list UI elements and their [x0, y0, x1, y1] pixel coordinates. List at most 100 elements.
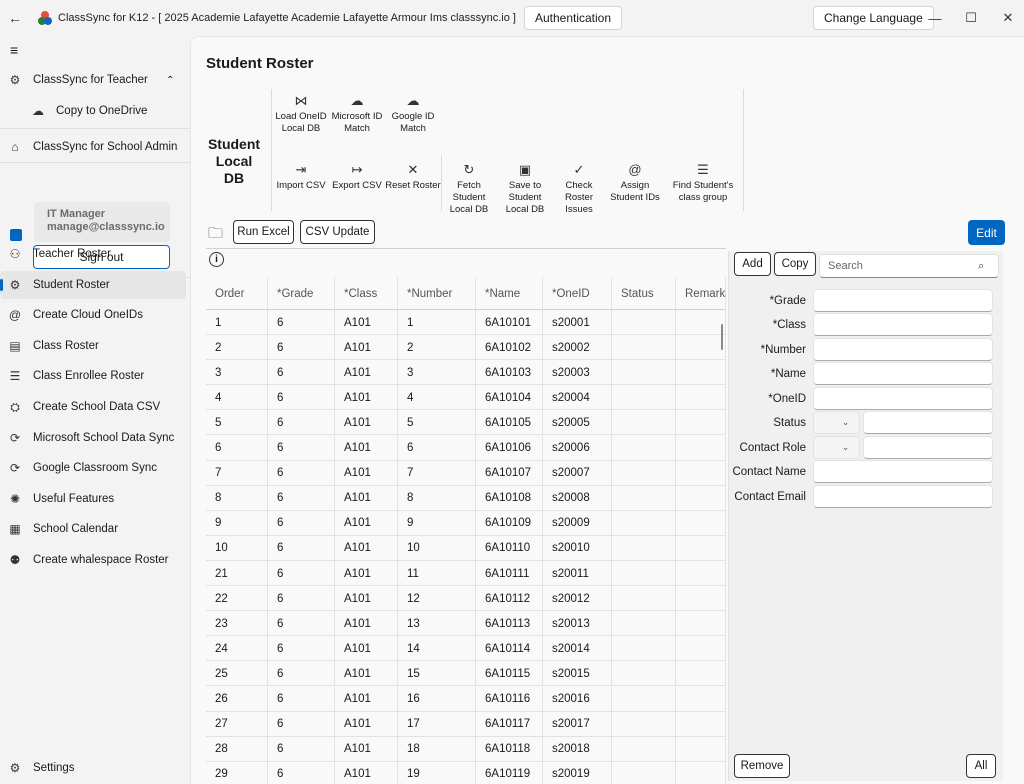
minimize-icon[interactable]: —	[917, 0, 953, 36]
table-row[interactable]: 29 6 A101 19 6A10119 s20019	[206, 761, 726, 784]
sidebar-item-create-school-data-csv[interactable]: ⛭ Create School Data CSV	[0, 393, 186, 421]
table-cell	[612, 460, 676, 486]
column-header[interactable]: *Number	[398, 277, 476, 310]
change-language-button[interactable]: Change Language	[813, 6, 934, 30]
column-header[interactable]: Remarks	[676, 277, 726, 310]
status-dropdown[interactable]: ⌄	[813, 411, 860, 434]
table-cell: A101	[335, 761, 398, 784]
gear-person-icon: ⚙	[9, 73, 21, 87]
find-class-group-button[interactable]: ☰ Find Student's class group	[665, 162, 741, 204]
table-scrollbar[interactable]	[721, 324, 723, 350]
sidebar-item-create-whalespace-roster[interactable]: ⚉ Create whalespace Roster	[0, 546, 186, 574]
sidebar-item-student-roster[interactable]: ⚙ Student Roster	[0, 270, 186, 299]
sidebar-item-teacher-section[interactable]: ⚙ ClassSync for Teacher ⌃	[0, 66, 186, 94]
table-row[interactable]: 25 6 A101 15 6A10115 s20015	[206, 661, 726, 687]
copy-button[interactable]: Copy	[774, 252, 816, 276]
import-arrow-icon: ⇥	[295, 162, 307, 177]
maximize-icon[interactable]: ☐	[953, 0, 989, 36]
folder-icon[interactable]: 🗀	[208, 223, 223, 248]
sidebar-item-school-calendar[interactable]: ▦ School Calendar	[0, 515, 186, 543]
all-button[interactable]: All	[966, 754, 996, 778]
table-row[interactable]: 3 6 A101 3 6A10103 s20003	[206, 360, 726, 386]
google-id-match-button[interactable]: ☁ Google ID Match	[385, 93, 441, 135]
fetch-student-button[interactable]: ↻ Fetch Student Local DB	[441, 162, 497, 216]
load-oneid-button[interactable]: ⋈ Load OneID Local DB	[273, 93, 329, 135]
search-input[interactable]: Search	[819, 254, 999, 278]
sidebar-item-copy-onedrive[interactable]: ☁ Copy to OneDrive	[0, 97, 186, 125]
table-row[interactable]: 22 6 A101 12 6A10112 s20012	[206, 586, 726, 612]
remove-button[interactable]: Remove	[734, 754, 790, 778]
table-row[interactable]: 21 6 A101 11 6A10111 s20011	[206, 561, 726, 586]
info-icon[interactable]: i	[209, 252, 224, 267]
chevron-up-icon[interactable]: ⌃	[166, 75, 174, 86]
contact-name-field[interactable]	[813, 460, 993, 483]
import-csv-button[interactable]: ⇥ Import CSV	[273, 162, 329, 192]
table-cell	[612, 410, 676, 436]
sidebar-item-teacher-roster[interactable]: ⚇ Teacher Roster	[0, 240, 186, 268]
table-row[interactable]: 10 6 A101 10 6A10110 s20010	[206, 535, 726, 561]
sidebar-item-create-cloud-oneids[interactable]: @ Create Cloud OneIDs	[0, 301, 186, 329]
csv-update-button[interactable]: CSV Update	[300, 220, 375, 244]
sidebar-item-useful-features[interactable]: ✺ Useful Features	[0, 485, 186, 513]
add-button[interactable]: Add	[734, 252, 771, 276]
search-icon[interactable]: ⌕	[978, 260, 984, 273]
contact-role-dropdown[interactable]: ⌄	[813, 436, 860, 459]
table-row[interactable]: 4 6 A101 4 6A10104 s20004	[206, 385, 726, 411]
column-header[interactable]: *Class	[335, 277, 398, 310]
number-field[interactable]	[813, 338, 993, 361]
edit-button[interactable]: Edit	[968, 220, 1005, 245]
table-row[interactable]: 5 6 A101 5 6A10105 s20005	[206, 410, 726, 436]
table-row[interactable]: 24 6 A101 14 6A10114 s20014	[206, 636, 726, 662]
data-icon: ⛭	[10, 399, 20, 414]
column-header[interactable]: *Grade	[268, 277, 335, 310]
grade-field[interactable]	[813, 289, 993, 312]
name-field[interactable]	[813, 362, 993, 385]
table-cell: 3	[398, 360, 476, 386]
sidebar-item-admin-section[interactable]: ⌂ ClassSync for School Admin	[0, 133, 186, 161]
table-row[interactable]: 27 6 A101 17 6A10117 s20017	[206, 711, 726, 737]
authentication-button[interactable]: Authentication	[523, 6, 623, 30]
table-row[interactable]: 28 6 A101 18 6A10118 s20018	[206, 736, 726, 762]
sidebar-item-microsoft-school-data-sync[interactable]: ⟳ Microsoft School Data Sync	[0, 424, 186, 452]
save-student-button[interactable]: ▣ Save to Student Local DB	[497, 162, 553, 216]
sidebar-item-settings[interactable]: ⚙ Settings	[0, 754, 186, 782]
table-cell: s20012	[543, 586, 612, 612]
table-row[interactable]: 9 6 A101 9 6A10109 s20009	[206, 510, 726, 536]
column-header[interactable]: *Name	[476, 277, 543, 310]
table-row[interactable]: 7 6 A101 7 6A10107 s20007	[206, 460, 726, 486]
reset-roster-button[interactable]: ✕ Reset Roster	[385, 162, 441, 192]
contact-email-field[interactable]	[813, 485, 993, 508]
table-cell: 28	[206, 736, 268, 762]
check-roster-issues-button[interactable]: ✓ Check Roster Issues	[553, 162, 605, 216]
sidebar-item-class-roster[interactable]: ▤ Class Roster	[0, 332, 186, 360]
column-header[interactable]: *OneID	[543, 277, 612, 310]
cloud-icon: ☁	[350, 93, 364, 108]
table-row[interactable]: 8 6 A101 8 6A10108 s20008	[206, 485, 726, 511]
table-row[interactable]: 6 6 A101 6 6A10106 s20006	[206, 435, 726, 461]
column-header[interactable]: Status	[612, 277, 676, 310]
table-row[interactable]: 23 6 A101 13 6A10113 s20013	[206, 611, 726, 637]
table-cell	[612, 360, 676, 386]
oneid-field[interactable]	[813, 387, 993, 410]
table-cell	[676, 435, 726, 461]
table-cell: 19	[398, 761, 476, 784]
hamburger-icon[interactable]: ≡	[10, 42, 18, 58]
table-cell: s20015	[543, 661, 612, 687]
export-csv-button[interactable]: ↦ Export CSV	[329, 162, 385, 192]
table-row[interactable]: 2 6 A101 2 6A10102 s20002	[206, 335, 726, 361]
sidebar-item-class-enrollee-roster[interactable]: ☰ Class Enrollee Roster	[0, 362, 186, 390]
sidebar-item-google-classroom-sync[interactable]: ⟳ Google Classroom Sync	[0, 454, 186, 482]
column-header[interactable]: Order	[206, 277, 268, 310]
assign-student-ids-button[interactable]: @ Assign Student IDs	[605, 162, 665, 204]
microsoft-id-match-button[interactable]: ☁ Microsoft ID Match	[329, 93, 385, 135]
table-row[interactable]: 26 6 A101 16 6A10116 s20016	[206, 686, 726, 712]
close-icon[interactable]: ✕	[990, 0, 1024, 36]
run-excel-button[interactable]: Run Excel	[233, 220, 294, 244]
status-field[interactable]	[863, 411, 993, 434]
back-arrow-icon[interactable]: ←	[0, 10, 30, 26]
home-icon: ⌂	[11, 140, 19, 154]
class-field[interactable]	[813, 313, 993, 336]
table-cell: s20013	[543, 611, 612, 637]
table-row[interactable]: 1 6 A101 1 6A10101 s20001	[206, 310, 726, 335]
contact-role-field[interactable]	[863, 436, 993, 459]
